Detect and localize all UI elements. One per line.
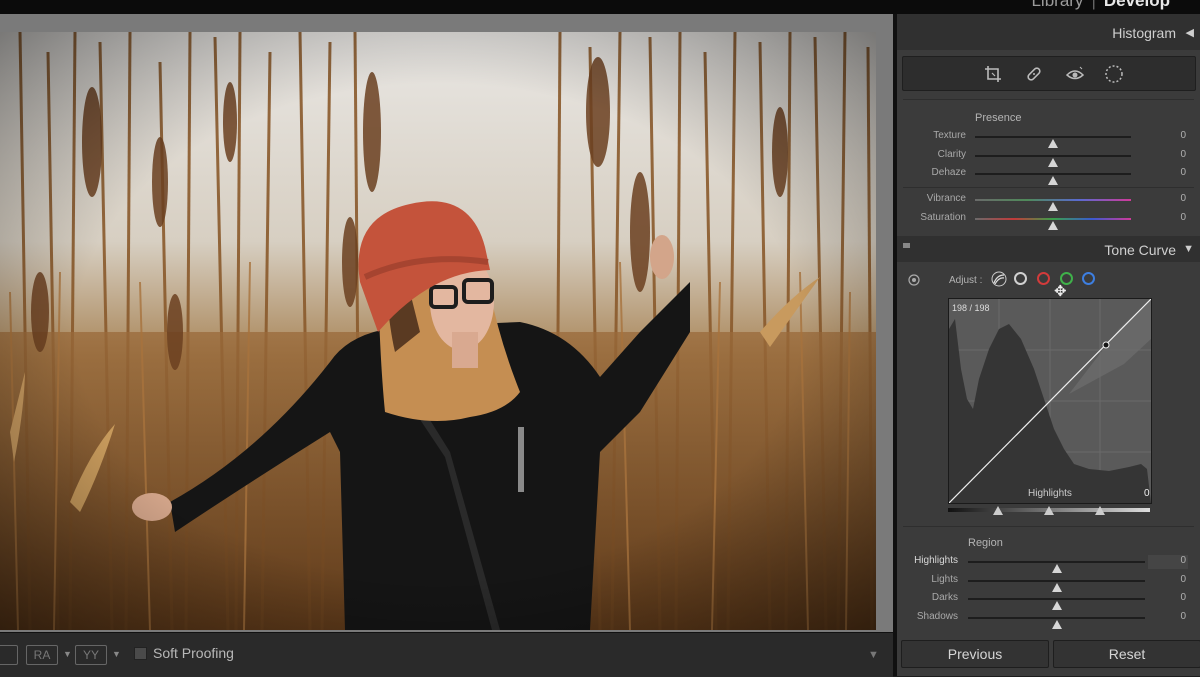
crop-icon[interactable] xyxy=(983,64,1003,84)
slider-value[interactable]: 0 xyxy=(1180,611,1186,622)
chevron-down-icon[interactable]: ▼ xyxy=(112,649,121,659)
module-picker: Library | Develop xyxy=(1031,0,1170,11)
collapse-left-icon[interactable]: ◀ xyxy=(1186,26,1194,39)
viewer-toolbar: RA ▼ YY ▼ Soft Proofing ▼ xyxy=(0,632,893,677)
slider-label: Texture xyxy=(933,130,966,141)
slider-track[interactable] xyxy=(968,580,1145,592)
slider-track[interactable] xyxy=(968,617,1145,629)
right-panel: Histogram ◀ Presence Texture 0 Clarity 0… xyxy=(897,14,1200,676)
slider-label: Vibrance xyxy=(926,193,966,204)
slider-track[interactable] xyxy=(975,173,1131,185)
before-after-swap-button[interactable]: YY xyxy=(75,645,107,665)
slider-value[interactable]: 0 xyxy=(1180,149,1186,160)
slider-label: Darks xyxy=(931,592,958,603)
split-handle[interactable] xyxy=(1044,506,1054,515)
adjust-label: Adjust : xyxy=(949,275,983,286)
point-curve-rgb-icon[interactable] xyxy=(1014,272,1027,285)
saturation-slider[interactable]: Saturation 0 xyxy=(897,210,1200,230)
split-handle[interactable] xyxy=(1095,506,1105,515)
section-divider xyxy=(903,526,1194,527)
slider-label: Shadows xyxy=(916,611,958,622)
tool-strip xyxy=(902,56,1196,91)
curve-region-readout-value: 0 xyxy=(1144,488,1150,499)
slider-value[interactable]: 0 xyxy=(1180,130,1186,141)
healing-brush-icon[interactable] xyxy=(1024,64,1044,84)
image-viewer xyxy=(0,14,893,632)
presence-title: Presence xyxy=(975,112,1022,124)
slider-label: Lights xyxy=(931,574,958,585)
module-library[interactable]: Library xyxy=(1031,0,1083,10)
channel-red-icon[interactable] xyxy=(1037,272,1050,285)
clarity-slider[interactable]: Clarity 0 xyxy=(897,147,1200,167)
split-handle[interactable] xyxy=(993,506,1003,515)
slider-value[interactable]: 0 xyxy=(1180,555,1186,566)
histogram-header[interactable]: Histogram ◀ xyxy=(897,14,1200,50)
red-eye-icon[interactable] xyxy=(1065,64,1085,84)
channel-blue-icon[interactable] xyxy=(1082,272,1095,285)
slider-value[interactable]: 0 xyxy=(1180,167,1186,178)
shadows-slider[interactable]: Shadows 0 xyxy=(897,609,1200,629)
darks-slider[interactable]: Darks 0 xyxy=(897,590,1200,610)
previous-button[interactable]: Previous xyxy=(901,640,1049,668)
slider-label: Clarity xyxy=(937,149,966,160)
curve-region-readout-label: Highlights xyxy=(1028,488,1072,499)
target-adjust-icon[interactable] xyxy=(908,274,920,286)
section-divider xyxy=(903,99,1194,100)
collapse-down-icon[interactable]: ▼ xyxy=(1183,243,1194,255)
region-title: Region xyxy=(968,537,1003,549)
tone-curve-graph[interactable]: 198 / 198 Highlights 0 xyxy=(948,298,1152,504)
slider-value[interactable]: 0 xyxy=(1180,212,1186,223)
slider-value[interactable]: 0 xyxy=(1180,193,1186,204)
before-after-button[interactable]: RA xyxy=(26,645,58,665)
slider-value[interactable]: 0 xyxy=(1180,574,1186,585)
lights-slider[interactable]: Lights 0 xyxy=(897,572,1200,592)
slider-thumb[interactable] xyxy=(1048,176,1058,185)
soft-proofing-label: Soft Proofing xyxy=(153,645,234,661)
slider-track[interactable] xyxy=(975,218,1131,230)
slider-value[interactable]: 0 xyxy=(1180,592,1186,603)
slider-track[interactable] xyxy=(975,136,1131,148)
slider-track[interactable] xyxy=(968,598,1145,610)
slider-track[interactable] xyxy=(975,155,1131,167)
dehaze-slider[interactable]: Dehaze 0 xyxy=(897,165,1200,185)
module-separator: | xyxy=(1091,0,1096,10)
toolbar-menu-icon[interactable]: ▼ xyxy=(868,649,879,661)
tone-curve-title: Tone Curve xyxy=(1104,242,1176,258)
highlights-slider[interactable]: Highlights 0 xyxy=(897,553,1200,573)
slider-label: Highlights xyxy=(914,555,958,566)
reset-button[interactable]: Reset xyxy=(1053,640,1200,668)
masking-icon[interactable] xyxy=(1104,64,1124,84)
slider-thumb[interactable] xyxy=(1048,221,1058,230)
vibrance-slider[interactable]: Vibrance 0 xyxy=(897,191,1200,211)
tone-curve-canvas xyxy=(948,298,1152,504)
photo-preview[interactable] xyxy=(0,32,876,630)
module-bar: Library | Develop xyxy=(0,0,1200,14)
histogram-title: Histogram xyxy=(1112,25,1176,41)
section-divider xyxy=(903,187,1194,188)
soft-proofing-checkbox[interactable] xyxy=(134,647,147,660)
parametric-curve-icon[interactable] xyxy=(991,271,1007,287)
slider-thumb[interactable] xyxy=(1051,620,1062,629)
slider-label: Dehaze xyxy=(931,167,966,178)
panel-toggle-switch[interactable] xyxy=(903,243,910,248)
chevron-down-icon[interactable]: ▼ xyxy=(63,649,72,659)
loupe-view-button[interactable] xyxy=(0,645,18,665)
slider-track[interactable] xyxy=(975,199,1131,211)
tone-curve-header[interactable]: Tone Curve ▼ xyxy=(897,236,1200,262)
slider-track[interactable] xyxy=(968,561,1145,573)
texture-slider[interactable]: Texture 0 xyxy=(897,128,1200,148)
photo-image xyxy=(0,32,876,630)
curve-point-readout: 198 / 198 xyxy=(952,303,990,313)
slider-label: Saturation xyxy=(920,212,966,223)
module-develop[interactable]: Develop xyxy=(1104,0,1170,10)
